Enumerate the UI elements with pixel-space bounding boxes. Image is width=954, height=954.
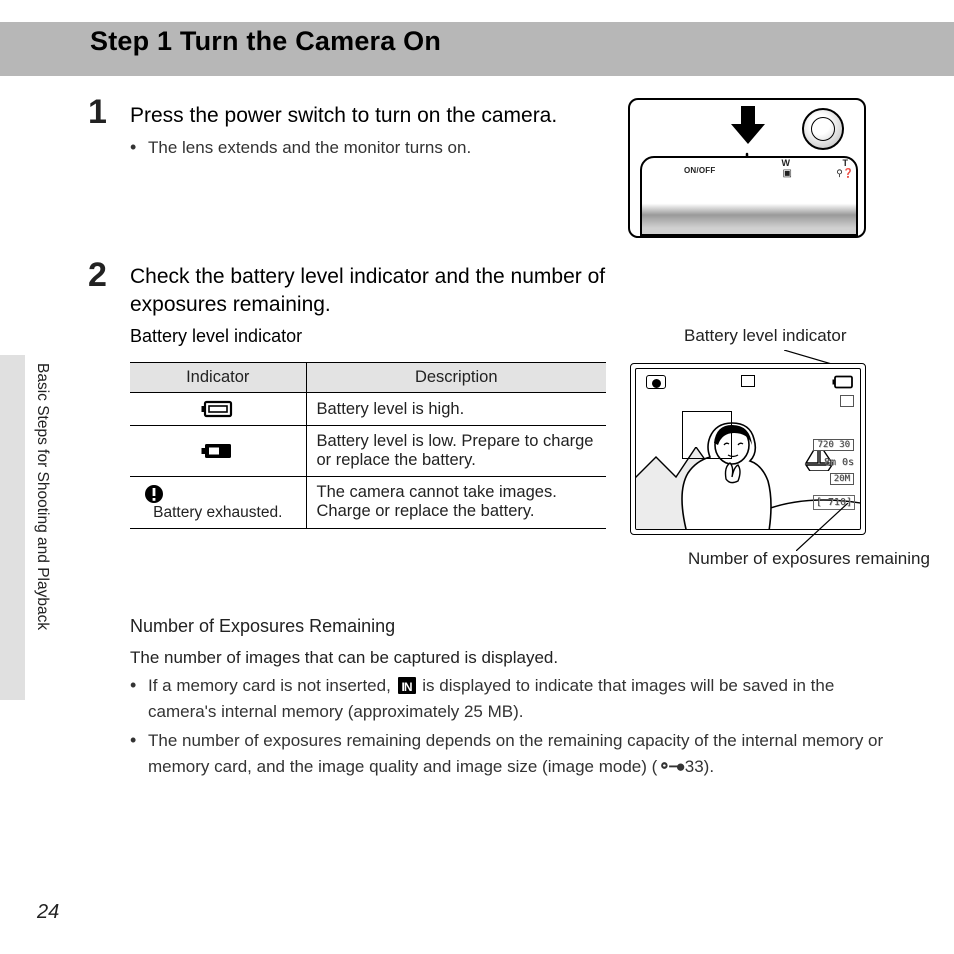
leader-line-bottom [796,503,866,551]
camera-zoom-t: T [843,158,849,168]
table-row: Battery exhausted. The camera cannot tak… [130,477,606,529]
step-1-bullets: The lens extends and the monitor turns o… [130,135,610,165]
osd-rec-time: 8m 0s [824,457,854,468]
table-row: Battery level is low. Prepare to charge … [130,426,606,477]
osd-image-mode: 20M [830,473,854,485]
step-number-1: 1 [88,93,107,132]
step-1-text: Press the power switch to turn on the ca… [130,102,610,130]
step-1-bullet-1: The lens extends and the monitor turns o… [130,135,610,161]
step-2-text: Check the battery level indicator and th… [130,263,660,320]
step-number-2: 2 [88,256,107,295]
table-head-indicator: Indicator [130,363,306,393]
monitor-battery-label: Battery level indicator [684,326,847,346]
exposures-description: The number of images that can be capture… [130,648,558,668]
osd-mode-icon [741,375,755,387]
battery-high-icon [200,399,236,419]
table-cell: Battery level is high. [306,393,606,426]
osd-camera-icon [646,375,666,389]
power-arrow-icon [731,106,765,144]
camera-zoom-w: W [782,158,791,168]
camera-body [640,156,858,236]
table-cell: Battery exhausted. [153,504,282,521]
battery-level-table: Indicator Description Battery level is h… [130,362,606,529]
camera-zoom-w-icon: ▣ [783,168,792,179]
exposures-bullet-1: If a memory card is not inserted, IN is … [130,673,900,724]
reference-icon: ⚬−● [657,754,682,780]
focus-frame [682,411,732,459]
battery-indicator-heading: Battery level indicator [130,326,302,347]
table-cell: The camera cannot take images. Charge or… [306,477,606,529]
section-tab [0,355,25,700]
camera-zoom-dial-inner [811,117,835,141]
table-head-description: Description [306,363,606,393]
warning-icon [140,483,296,504]
exposures-bullet-2: The number of exposures remaining depend… [130,728,900,779]
battery-low-icon [200,441,236,461]
exposures-heading: Number of Exposures Remaining [130,616,395,637]
camera-zoom-t-icon: ⚲❓ [836,168,854,179]
exposures-bullet-list: If a memory card is not inserted, IN is … [130,673,900,783]
camera-onoff-label: ON/OFF [684,166,715,175]
table-row: Battery level is high. [130,393,606,426]
page-title: Step 1 Turn the Camera On [90,26,441,57]
page-number: 24 [37,901,59,924]
monitor-exposures-label: Number of exposures remaining [688,548,930,571]
table-cell: Battery level is low. Prepare to charge … [306,426,606,477]
internal-memory-icon: IN [398,677,416,694]
osd-battery-icon [832,375,854,394]
camera-illustration: ON/OFF W T ⚲❓ ▣ [628,98,866,238]
section-label: Basic Steps for Shooting and Playback [33,363,51,630]
osd-aspect-icon [840,395,854,407]
osd-resolution: 720 30 [813,439,854,451]
